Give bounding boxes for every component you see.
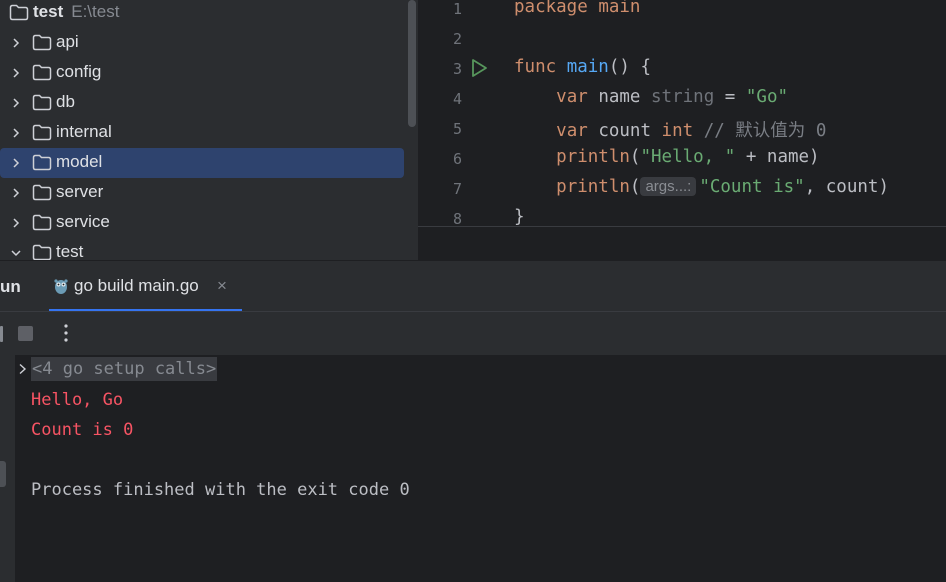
tree-item-label: model <box>56 152 103 171</box>
tree-root-path: E:\test <box>71 2 120 21</box>
type: int <box>661 121 694 141</box>
folder-icon <box>32 184 52 201</box>
code-line-8: } <box>514 207 525 227</box>
run-tool-window-title: un <box>0 277 21 296</box>
editor-divider <box>418 226 946 227</box>
code-line-6: println("Hello, " + name) <box>514 147 820 167</box>
tree-item-label: config <box>56 62 102 81</box>
more-vertical-icon[interactable] <box>58 322 74 344</box>
tree-root-row[interactable]: test E:\test <box>0 0 406 28</box>
tree-item-label: internal <box>56 122 112 141</box>
punctuation: } <box>514 207 525 227</box>
run-gutter-icon[interactable] <box>470 58 488 78</box>
code-line-5: var count int // 默认值为 0 <box>514 117 826 142</box>
line-number: 7 <box>452 180 462 198</box>
tab-go-build[interactable]: go build main.go × <box>49 261 242 312</box>
folder-icon <box>32 124 52 141</box>
stop-icon[interactable] <box>18 326 33 341</box>
console-output-line: Process finished with the exit code 0 <box>31 480 410 500</box>
identifier: main <box>598 0 641 17</box>
gopher-run-icon <box>54 279 68 294</box>
tree-item-api[interactable]: api <box>0 28 406 58</box>
line-number: 5 <box>452 120 462 138</box>
operator: = <box>724 87 736 107</box>
chevron-right-icon[interactable] <box>10 217 22 229</box>
console-output-line: Count is 0 <box>31 420 134 440</box>
tree-item-internal[interactable]: internal <box>0 118 406 148</box>
line-number: 2 <box>452 30 462 48</box>
folder-icon <box>32 244 52 260</box>
tree-item-label: db <box>56 92 75 111</box>
code-line-4: var name string = "Go" <box>514 87 788 107</box>
line-number: 1 <box>452 0 462 18</box>
chevron-down-icon[interactable] <box>10 247 22 259</box>
line-number: 4 <box>452 90 462 108</box>
builtin-function: println <box>556 147 630 167</box>
code-line-3: func main() { <box>514 57 651 77</box>
tree-root-label: test E:\test <box>33 2 120 21</box>
tree-item-test[interactable]: test <box>0 238 406 260</box>
code-line-7: println(args...: "Count is", count) <box>514 177 889 197</box>
run-console[interactable]: <4 go setup calls> Hello, Go Count is 0 … <box>0 355 946 582</box>
chevron-right-icon[interactable] <box>10 127 22 139</box>
tree-item-service[interactable]: service <box>0 208 406 238</box>
run-toolbar <box>0 311 946 355</box>
chevron-right-icon[interactable] <box>10 37 22 49</box>
chevron-right-icon[interactable] <box>10 67 22 79</box>
tree-item-db[interactable]: db <box>0 88 406 118</box>
code-text: , count) <box>804 177 889 197</box>
close-icon[interactable]: × <box>217 276 227 296</box>
folder-icon <box>32 154 52 171</box>
folder-icon <box>32 64 52 81</box>
tree-item-server[interactable]: server <box>0 178 406 208</box>
function-name: main <box>566 57 609 77</box>
folder-icon <box>32 214 52 231</box>
keyword: var <box>556 121 588 141</box>
line-number: 3 <box>452 60 462 78</box>
chevron-right-icon[interactable] <box>10 97 22 109</box>
line-number: 6 <box>452 150 462 168</box>
tree-item-config[interactable]: config <box>0 58 406 88</box>
chevron-right-icon[interactable] <box>10 157 22 169</box>
folder-icon <box>32 94 52 111</box>
punctuation: ( <box>629 177 641 197</box>
type: string <box>651 87 715 107</box>
tab-label: go build main.go <box>74 276 199 295</box>
string-literal: "Go" <box>745 87 789 107</box>
tree-item-label: api <box>56 32 79 51</box>
identifier: name <box>598 87 641 107</box>
folder-icon <box>9 4 29 21</box>
setup-calls-fold[interactable]: <4 go setup calls> <box>31 357 218 381</box>
code-editor[interactable]: 1 2 3 4 5 6 7 8 package main func main()… <box>418 0 946 260</box>
tree-scrollbar-thumb[interactable] <box>408 0 416 127</box>
keyword: package <box>514 0 588 17</box>
keyword: func <box>514 57 557 77</box>
project-tree: test E:\test api config db internal model… <box>0 0 418 260</box>
code-text: + name) <box>735 147 820 167</box>
string-literal: "Count is" <box>699 177 805 197</box>
rerun-icon[interactable] <box>0 326 3 342</box>
run-tool-window-header: un go build main.go × <box>0 260 946 312</box>
tree-item-label: server <box>56 182 104 201</box>
tree-item-label: service <box>56 212 110 231</box>
console-output-line: Hello, Go <box>31 390 124 410</box>
string-literal: "Hello, " <box>640 147 736 167</box>
punctuation: () { <box>608 57 652 77</box>
keyword: var <box>556 87 588 107</box>
chevron-right-icon[interactable] <box>18 363 27 375</box>
punctuation: ( <box>629 147 641 167</box>
chevron-right-icon[interactable] <box>10 187 22 199</box>
tree-item-label: test <box>56 242 84 260</box>
parameter-hint: args...: <box>640 177 697 196</box>
identifier: count <box>598 121 651 141</box>
tree-item-model[interactable]: model <box>0 148 404 178</box>
builtin-function: println <box>556 177 630 197</box>
comment: // 默认值为 0 <box>703 121 827 141</box>
code-line-1: package main <box>514 0 640 17</box>
folder-icon <box>32 34 52 51</box>
console-side-marker[interactable] <box>0 461 6 487</box>
